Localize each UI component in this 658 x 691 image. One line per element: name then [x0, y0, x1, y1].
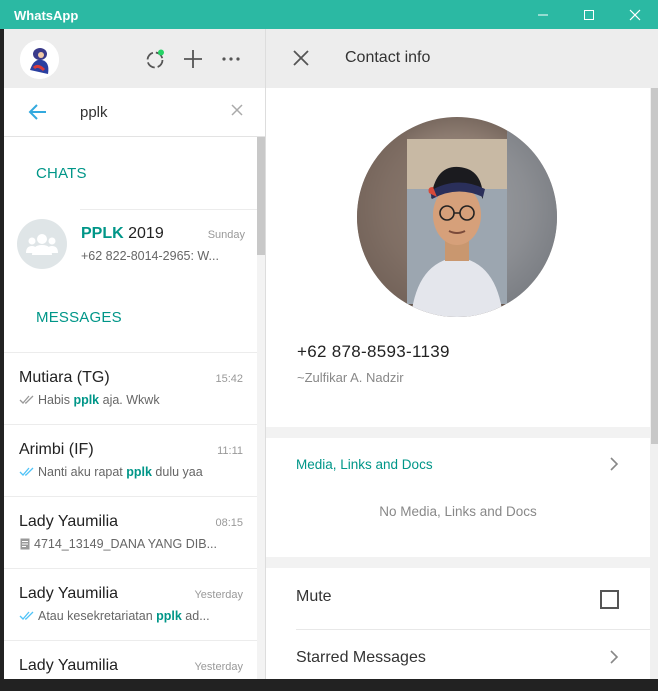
message-result-item[interactable]: Lady Yaumilia Yesterday Atau kesekretari…	[4, 568, 257, 640]
message-result-item[interactable]: Lady Yaumilia Yesterday	[4, 640, 257, 679]
minimize-button[interactable]	[520, 0, 566, 29]
group-icon	[26, 234, 58, 255]
double-tick-icon	[19, 395, 35, 405]
message-preview: Atau kesekretariatan pplk ad...	[19, 609, 245, 623]
chat-time: Sunday	[207, 229, 245, 241]
contact-phone: +62 878-8593-1139	[297, 342, 450, 361]
contact-pushname: ~Zulfikar A. Nadzir	[297, 370, 404, 385]
contact-info-title: Contact info	[345, 49, 431, 66]
search-input[interactable]	[80, 100, 220, 124]
media-links-docs-section[interactable]: Media, Links and Docs No Media, Links an…	[266, 438, 650, 557]
message-highlight: pplk	[73, 393, 100, 407]
starred-messages-label: Starred Messages	[296, 649, 426, 666]
chat-list-header	[4, 29, 265, 88]
message-preview: Habis pplk aja. Wkwk	[19, 393, 245, 407]
clear-icon[interactable]	[230, 103, 244, 122]
menu-icon	[222, 57, 240, 61]
maximize-icon	[584, 9, 594, 20]
close-icon[interactable]	[292, 49, 310, 72]
contact-settings: Mute Starred Messages	[266, 568, 650, 679]
chevron-right-icon	[608, 649, 620, 670]
chevron-right-icon	[608, 456, 620, 477]
message-text: Habis	[38, 393, 74, 407]
divider	[80, 209, 257, 210]
message-preview: Nanti aku rapat pplk dulu yaa	[19, 465, 245, 479]
chat-result-item[interactable]: PPLK 2019 Sunday +62 822-8014-2965: W...	[4, 209, 257, 281]
chat-list-panel: CHATS PPLK 2019 Sunday +62 822-8014-2965…	[4, 29, 265, 679]
message-contact-name: Arimbi (IF)	[19, 441, 94, 458]
media-links-docs-title: Media, Links and Docs	[296, 457, 433, 472]
my-avatar[interactable]	[20, 40, 59, 79]
scrollbar-thumb[interactable]	[651, 88, 658, 444]
double-tick-icon	[19, 611, 35, 621]
title-bar: WhatsApp	[0, 0, 658, 29]
search-results: CHATS PPLK 2019 Sunday +62 822-8014-2965…	[4, 137, 257, 679]
avatar-image	[20, 40, 59, 79]
mute-label: Mute	[296, 588, 332, 605]
message-text-suffix: ad...	[181, 609, 210, 623]
message-text-suffix: dulu yaa	[151, 465, 203, 479]
group-avatar	[17, 219, 67, 269]
contact-info-header: Contact info	[266, 29, 658, 88]
search-bar	[4, 88, 265, 137]
message-preview: 4714_13149_DANA YANG DIB...	[19, 537, 245, 551]
message-text-suffix: aja. Wkwk	[99, 393, 160, 407]
contact-info-scrollbar[interactable]	[650, 88, 658, 679]
message-time: 15:42	[215, 373, 243, 385]
chats-section-label: CHATS	[36, 165, 87, 182]
status-button[interactable]	[143, 47, 167, 71]
chat-name-rest: 2019	[123, 225, 164, 242]
maximize-button[interactable]	[566, 0, 612, 29]
contact-info-panel: Contact info +62 878-8593-1139 ~Zulfikar…	[265, 29, 658, 679]
profile-photo-image	[357, 117, 557, 317]
scrollbar-thumb[interactable]	[257, 137, 265, 255]
chat-name: PPLK 2019	[81, 225, 164, 243]
message-contact-name: Lady Yaumilia	[19, 513, 119, 530]
starred-messages-row[interactable]: Starred Messages	[266, 629, 650, 679]
media-empty-text: No Media, Links and Docs	[379, 504, 537, 519]
menu-button[interactable]	[219, 47, 243, 71]
message-contact-name: Lady Yaumilia	[19, 585, 119, 602]
status-icon	[146, 49, 164, 69]
window-close-button[interactable]	[612, 0, 658, 29]
back-arrow-icon[interactable]	[28, 102, 48, 127]
window-close-icon	[629, 9, 641, 20]
message-time: 08:15	[215, 517, 243, 529]
messages-section-label: MESSAGES	[36, 309, 122, 326]
minimize-icon	[538, 14, 548, 15]
new-chat-icon	[184, 50, 202, 68]
profile-photo[interactable]	[357, 117, 557, 317]
message-result-item[interactable]: Mutiara (TG) 15:42 Habis pplk aja. Wkwk	[4, 352, 257, 424]
message-text: Nanti aku rapat	[38, 465, 127, 479]
chat-name-highlight: PPLK	[81, 225, 124, 242]
app-title: WhatsApp	[14, 8, 79, 23]
new-chat-button[interactable]	[181, 47, 205, 71]
message-result-item[interactable]: Lady Yaumilia 08:15 4714_13149_DANA YANG…	[4, 496, 257, 568]
message-time: Yesterday	[194, 661, 243, 673]
message-result-item[interactable]: Arimbi (IF) 11:11 Nanti aku rapat pplk d…	[4, 424, 257, 496]
mute-row[interactable]: Mute	[266, 568, 650, 629]
chat-preview: +62 822-8014-2965: W...	[81, 249, 219, 263]
message-contact-name: Lady Yaumilia	[19, 657, 119, 674]
message-time: 11:11	[217, 445, 243, 457]
document-icon	[19, 538, 31, 550]
message-highlight: pplk	[126, 465, 152, 479]
message-highlight: pplk	[156, 609, 182, 623]
chat-list-scrollbar[interactable]	[257, 137, 265, 679]
profile-card: +62 878-8593-1139 ~Zulfikar A. Nadzir	[266, 88, 650, 427]
message-time: Yesterday	[194, 589, 243, 601]
message-contact-name: Mutiara (TG)	[19, 369, 110, 386]
message-text: Atau kesekretariatan	[38, 609, 157, 623]
mute-checkbox[interactable]	[600, 590, 619, 609]
double-tick-icon	[19, 467, 35, 477]
message-text: 4714_13149_DANA YANG DIB...	[34, 537, 217, 551]
